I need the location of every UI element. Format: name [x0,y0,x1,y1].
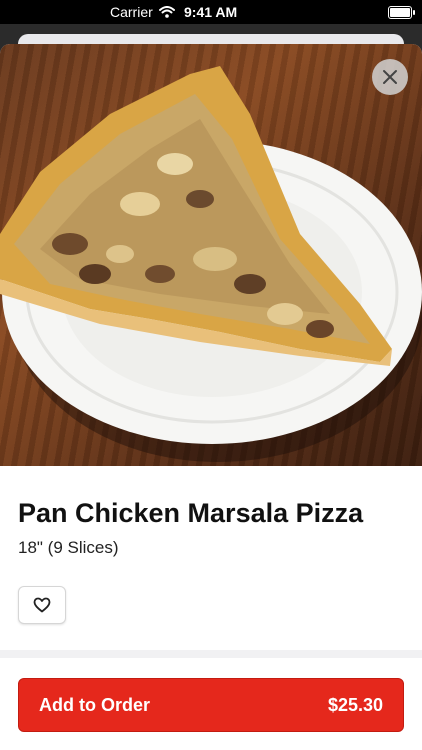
pizza-illustration [0,66,422,462]
carrier-label: Carrier [110,4,153,20]
battery-icon [388,6,415,19]
status-bar: Carrier 9:41 AM [0,0,422,24]
close-icon [383,70,397,84]
section-divider [0,650,422,658]
add-to-order-button[interactable]: Add to Order $25.30 [18,678,404,732]
order-price: $25.30 [327,694,383,715]
item-title: Pan Chicken Marsala Pizza [18,498,364,528]
status-carrier-group: Carrier [110,4,175,20]
item-size: 18" (9 Slices) [18,538,119,557]
wifi-icon [158,6,175,18]
item-photo [0,44,422,466]
heart-icon [33,597,51,613]
close-button[interactable] [372,59,408,95]
status-time: 9:41 AM [184,4,238,20]
item-detail-sheet: Pan Chicken Marsala Pizza 18" (9 Slices)… [0,44,422,750]
add-to-order-label: Add to Order [39,694,150,715]
favorite-button[interactable] [18,586,66,624]
